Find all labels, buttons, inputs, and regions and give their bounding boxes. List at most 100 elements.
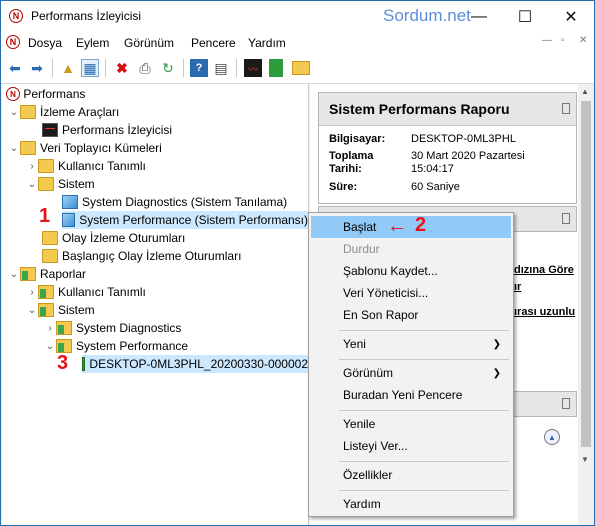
menu-action[interactable]: Eylem: [76, 36, 109, 50]
toolbar-separator: [105, 59, 106, 77]
mdi-close-button[interactable]: ✕: [579, 35, 587, 46]
tree-label: Kullanıcı Tanımlı: [58, 285, 146, 299]
delete-icon[interactable]: ✖: [113, 59, 131, 77]
mdi-minimize-button[interactable]: —: [542, 35, 552, 46]
report-icon[interactable]: [269, 59, 283, 77]
menu-item-refresh[interactable]: Yenile: [311, 413, 511, 435]
menu-item-new[interactable]: Yeni ❯: [311, 333, 511, 355]
folder-icon: [20, 105, 36, 119]
collapse-section-icon[interactable]: [562, 213, 570, 224]
menu-item-latest-report[interactable]: En Son Rapor: [311, 304, 511, 326]
menu-file[interactable]: Dosya: [28, 36, 62, 50]
tree-item-performance-monitor[interactable]: Performans İzleyicisi: [42, 121, 172, 139]
scroll-down-arrow-icon[interactable]: ▼: [581, 455, 589, 464]
console-system-menu-icon[interactable]: N: [6, 35, 20, 49]
properties-icon[interactable]: ▤: [212, 59, 230, 77]
menu-item-label: Durdur: [343, 242, 380, 256]
menu-separator: [339, 461, 509, 462]
report-link-fragment[interactable]: ırası uzunlu: [514, 306, 575, 318]
help-icon[interactable]: ?: [190, 59, 208, 77]
menu-item-export-list[interactable]: Listeyi Ver...: [311, 435, 511, 457]
tree-item-reports-user-defined[interactable]: › Kullanıcı Tanımlı: [26, 283, 146, 301]
window-title: Performans İzleyicisi: [31, 9, 142, 23]
folder-icon[interactable]: [292, 61, 310, 75]
tree-label: DESKTOP-0ML3PHL_20200330-000002: [89, 357, 308, 371]
report-link-fragment[interactable]: ır: [514, 281, 521, 293]
tree-item-event-trace-sessions[interactable]: Olay İzleme Oturumları: [42, 229, 185, 247]
collapse-chevron-icon[interactable]: ›: [26, 161, 38, 172]
expand-chevron-icon[interactable]: ⌄: [8, 107, 20, 118]
up-folder-icon[interactable]: ▲: [59, 59, 77, 77]
collapse-section-icon[interactable]: [562, 103, 570, 114]
tree-label: Performans: [23, 87, 86, 101]
menu-item-label: Başlat: [343, 220, 377, 234]
folder-icon: [38, 177, 54, 191]
menu-item-new-window-from-here[interactable]: Buradan Yeni Pencere: [311, 384, 511, 406]
performance-monitor-app-icon[interactable]: N: [9, 9, 23, 23]
title-bar[interactable]: N Performans İzleyicisi Sordum.net — ☐ ✕: [1, 1, 594, 32]
expand-chevron-icon[interactable]: ⌄: [26, 305, 38, 316]
scroll-up-arrow-icon[interactable]: ▲: [581, 87, 589, 96]
tree-item-reports-system-diagnostics[interactable]: › System Diagnostics: [44, 319, 181, 337]
scroll-to-top-icon[interactable]: ▲: [544, 429, 560, 445]
menu-item-view[interactable]: Görünüm ❯: [311, 362, 511, 384]
collapse-chevron-icon[interactable]: ›: [26, 287, 38, 298]
report-title: Sistem Performans Raporu: [329, 101, 510, 117]
close-button[interactable]: ✕: [548, 1, 594, 32]
vertical-scrollbar[interactable]: ▲ ▼: [578, 84, 594, 525]
tree-item-system[interactable]: ⌄ Sistem: [26, 175, 95, 193]
minimize-button[interactable]: —: [456, 1, 502, 32]
tree-item-report-desktop[interactable]: DESKTOP-0ML3PHL_20200330-000002: [82, 355, 308, 373]
tree-item-system-diagnostics[interactable]: System Diagnostics (Sistem Tanılama): [62, 193, 287, 211]
performance-monitor-icon[interactable]: 〰: [244, 59, 262, 77]
expand-chevron-icon[interactable]: ⌄: [8, 269, 20, 280]
menu-item-label: Görünüm: [343, 366, 394, 380]
submenu-arrow-icon: ❯: [492, 367, 501, 379]
tree-label: Olay İzleme Oturumları: [62, 231, 186, 245]
menu-item-label: Yardım: [343, 497, 381, 511]
menu-separator: [339, 490, 509, 491]
performance-root-icon: N: [6, 87, 20, 101]
mdi-restore-button[interactable]: ▫: [561, 35, 565, 46]
menu-item-label: Şablonu Kaydet...: [343, 264, 438, 278]
menu-item-data-manager[interactable]: Veri Yöneticisi...: [311, 282, 511, 304]
tree-item-reports-system[interactable]: ⌄ Sistem: [26, 301, 95, 319]
report-link-fragment[interactable]: dızına Göre: [514, 264, 574, 276]
folder-icon: [42, 249, 58, 263]
toolbar: ⬅ ➡ ▲ ▦ ✖ ⎙ ↻ ? ▤ 〰: [1, 53, 594, 84]
collapse-section-icon[interactable]: [562, 398, 570, 409]
tree-item-performance[interactable]: N Performans: [6, 85, 85, 103]
tree-item-data-collector-sets[interactable]: ⌄ Veri Toplayıcı Kümeleri: [8, 139, 162, 157]
menu-help[interactable]: Yardım: [248, 36, 286, 50]
scrollbar-thumb[interactable]: [581, 101, 591, 447]
tree-item-monitoring-tools[interactable]: ⌄ İzleme Araçları: [8, 103, 119, 121]
menu-item-start[interactable]: Başlat: [311, 216, 511, 238]
refresh-icon[interactable]: ↻: [159, 59, 177, 77]
expand-chevron-icon[interactable]: ⌄: [44, 341, 56, 352]
tree-item-startup-event-trace-sessions[interactable]: Başlangıç Olay İzleme Oturumları: [42, 247, 241, 265]
expand-chevron-icon[interactable]: ⌄: [26, 179, 38, 190]
annotation-number-2: 2: [415, 214, 427, 236]
report-header: Sistem Performans Raporu: [319, 93, 576, 126]
menu-item-label: Yeni: [343, 337, 366, 351]
show-hide-console-tree-icon[interactable]: ▦: [81, 59, 99, 77]
tree-item-reports[interactable]: ⌄ Raporlar: [8, 265, 86, 283]
toolbar-separator: [52, 59, 53, 77]
maximize-button[interactable]: ☐: [502, 1, 548, 32]
menu-item-label: Veri Yöneticisi...: [343, 286, 429, 300]
expand-chevron-icon[interactable]: ⌄: [8, 143, 20, 154]
back-icon[interactable]: ⬅: [6, 59, 24, 77]
collapse-chevron-icon[interactable]: ›: [44, 323, 56, 334]
tree-item-system-performance[interactable]: System Performance (Sistem Performansı): [62, 211, 308, 229]
menu-item-save-template[interactable]: Şablonu Kaydet...: [311, 260, 511, 282]
menu-item-help[interactable]: Yardım: [311, 493, 511, 515]
duration-value: 60 Saniye: [411, 181, 460, 193]
print-icon[interactable]: ⎙: [136, 59, 154, 77]
tree-item-user-defined[interactable]: › Kullanıcı Tanımlı: [26, 157, 146, 175]
menu-item-properties[interactable]: Özellikler: [311, 464, 511, 486]
forward-icon[interactable]: ➡: [28, 59, 46, 77]
menu-separator: [339, 330, 509, 331]
menu-window[interactable]: Pencere: [191, 36, 236, 50]
menu-view[interactable]: Görünüm: [124, 36, 174, 50]
tree-label: Performans İzleyicisi: [62, 123, 173, 137]
